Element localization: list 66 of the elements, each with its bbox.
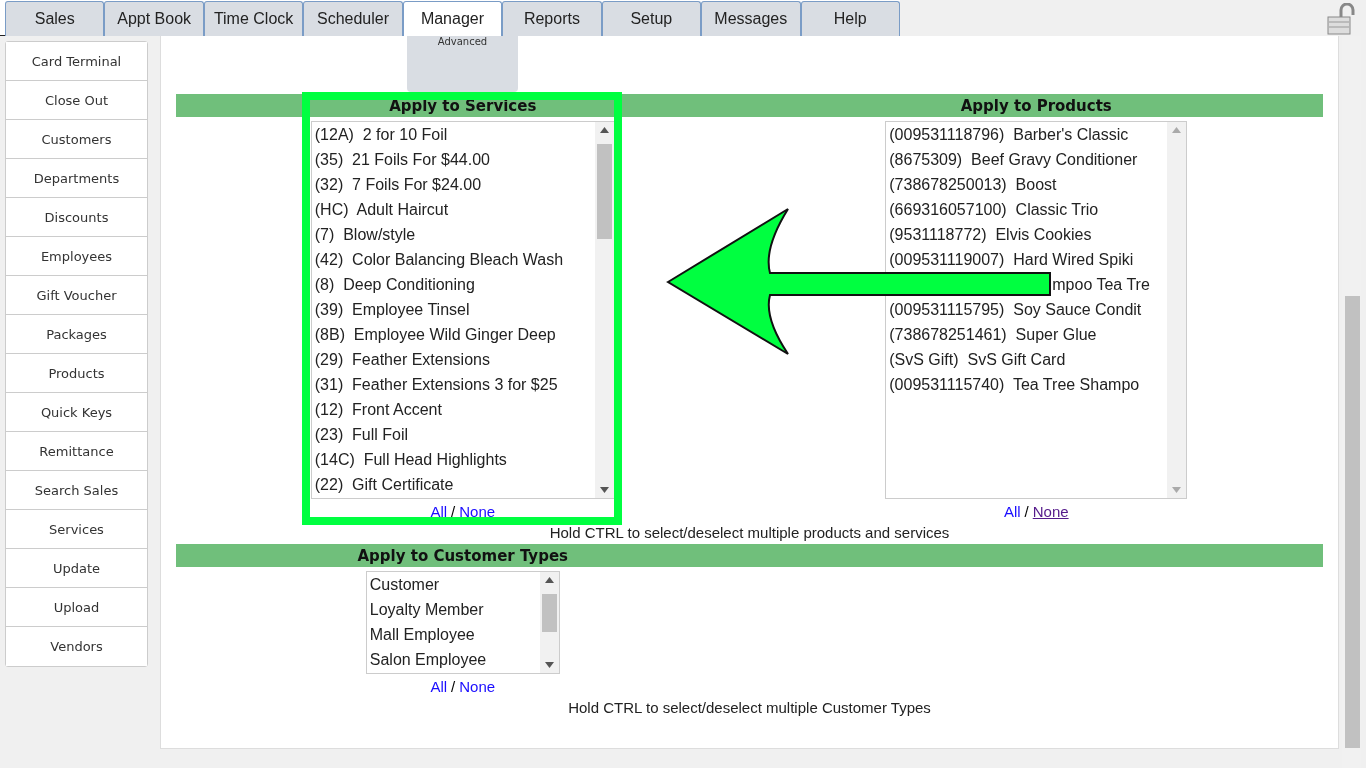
nav-tab[interactable]: Scheduler [303, 1, 403, 36]
separator: / [1024, 503, 1029, 520]
sidebar-item[interactable]: Card Terminal [6, 42, 147, 81]
services-listbox[interactable] [310, 121, 615, 499]
customer-types-listbox[interactable]: Customer Loyalty Member Mall Employee Salon Employee [365, 571, 560, 674]
list-option[interactable]: (HC) Adult Haircut [311, 197, 595, 222]
scroll-down-arrow-icon[interactable] [544, 662, 554, 668]
list-option[interactable]: (7) Blow/style [311, 222, 595, 247]
none-link[interactable]: None [459, 678, 496, 695]
list-option[interactable]: (23) Full Foil [311, 422, 595, 447]
none-link[interactable]: None [1032, 503, 1069, 520]
list-option[interactable]: (39) Employee Tinsel [311, 297, 595, 322]
products-listbox[interactable] [885, 121, 1188, 499]
nav-tab[interactable]: Setup [601, 1, 702, 36]
scrollbar-thumb[interactable] [596, 144, 612, 239]
list-option[interactable]: (42) Color Balancing Bleach Wash [311, 247, 595, 272]
all-link[interactable]: All [430, 678, 448, 695]
section-heading: Apply to Products [960, 96, 1112, 117]
list-option[interactable]: (12A) 2 for 10 Foil [311, 122, 595, 147]
none-link[interactable]: None [459, 503, 496, 520]
list-option[interactable]: Loyalty Member [366, 597, 540, 622]
list-option[interactable]: Mall Employee [366, 622, 540, 647]
list-option[interactable]: mpoo Tea Tre [1052, 272, 1150, 297]
scrollbar-thumb[interactable] [541, 594, 557, 632]
hint-text: Hold CTRL to select/deselect multiple Customer Types [567, 698, 932, 718]
nav-tab[interactable]: Time Clock [203, 1, 304, 36]
scroll-up-arrow-icon[interactable] [544, 577, 554, 583]
list-option[interactable]: (9531118772) Elvis Cookies [886, 222, 1168, 247]
all-link[interactable]: All [1003, 503, 1021, 520]
nav-tab[interactable]: Messages [701, 1, 801, 36]
separator: / [451, 678, 456, 695]
list-option[interactable]: (32) 7 Foils For $24.00 [311, 172, 595, 197]
list-option[interactable]: (22) Gift Certificate [311, 472, 595, 497]
list-option[interactable]: Customer [366, 572, 540, 597]
list-option[interactable]: (669316057100) Classic Trio [886, 197, 1168, 222]
list-option[interactable]: (738678251461) Super Glue [886, 322, 1168, 347]
list-option[interactable]: (12) Front Accent [311, 397, 595, 422]
nav-tab[interactable]: Sales [5, 1, 105, 36]
advanced-tab[interactable]: Advanced [407, 36, 518, 92]
list-option[interactable]: (738678250013) Boost [886, 172, 1168, 197]
list-option[interactable]: (009531115740) Tea Tree Shampo [886, 372, 1168, 397]
nav-tab[interactable]: Appt Book [104, 1, 204, 36]
list-option[interactable]: (SvS Gift) SvS Gift Card [886, 347, 1168, 372]
nav-tab[interactable]: Reports [502, 1, 602, 36]
nav-tab[interactable]: Manager [402, 1, 503, 36]
section-heading: Apply to Services [389, 96, 537, 117]
separator: / [451, 503, 456, 520]
list-option[interactable]: (009531118796) Barber's Classic [886, 122, 1168, 147]
scrollbar[interactable] [594, 122, 614, 498]
list-option[interactable]: (8675309) Beef Gravy Conditioner [886, 147, 1168, 172]
list-option[interactable]: (8B) Employee Wild Ginger Deep [311, 322, 595, 347]
list-option[interactable]: (009531115795) Soy Sauce Condit [886, 297, 1168, 322]
list-option[interactable]: (009531119007) Hard Wired Spiki [886, 247, 1168, 272]
list-option[interactable]: (14C) Full Head Highlights [311, 447, 595, 472]
scroll-up-arrow-icon[interactable] [599, 127, 609, 133]
list-option[interactable]: (35) 21 Foils For $44.00 [311, 147, 595, 172]
hint-text: Hold CTRL to select/deselect multiple products and services [548, 523, 951, 543]
all-link[interactable]: All [430, 503, 448, 520]
list-option[interactable]: (29) Feather Extensions [311, 347, 595, 372]
nav-tab[interactable]: Help [800, 1, 900, 36]
list-option[interactable]: Salon Employee [366, 647, 540, 672]
list-option[interactable]: (8) Deep Conditioning [311, 272, 595, 297]
list-option[interactable]: (31) Feather Extensions 3 for $25 [311, 372, 595, 397]
scroll-down-arrow-icon[interactable] [599, 487, 609, 493]
scrollbar[interactable] [539, 572, 559, 673]
section-heading: Apply to Customer Types [357, 546, 568, 567]
